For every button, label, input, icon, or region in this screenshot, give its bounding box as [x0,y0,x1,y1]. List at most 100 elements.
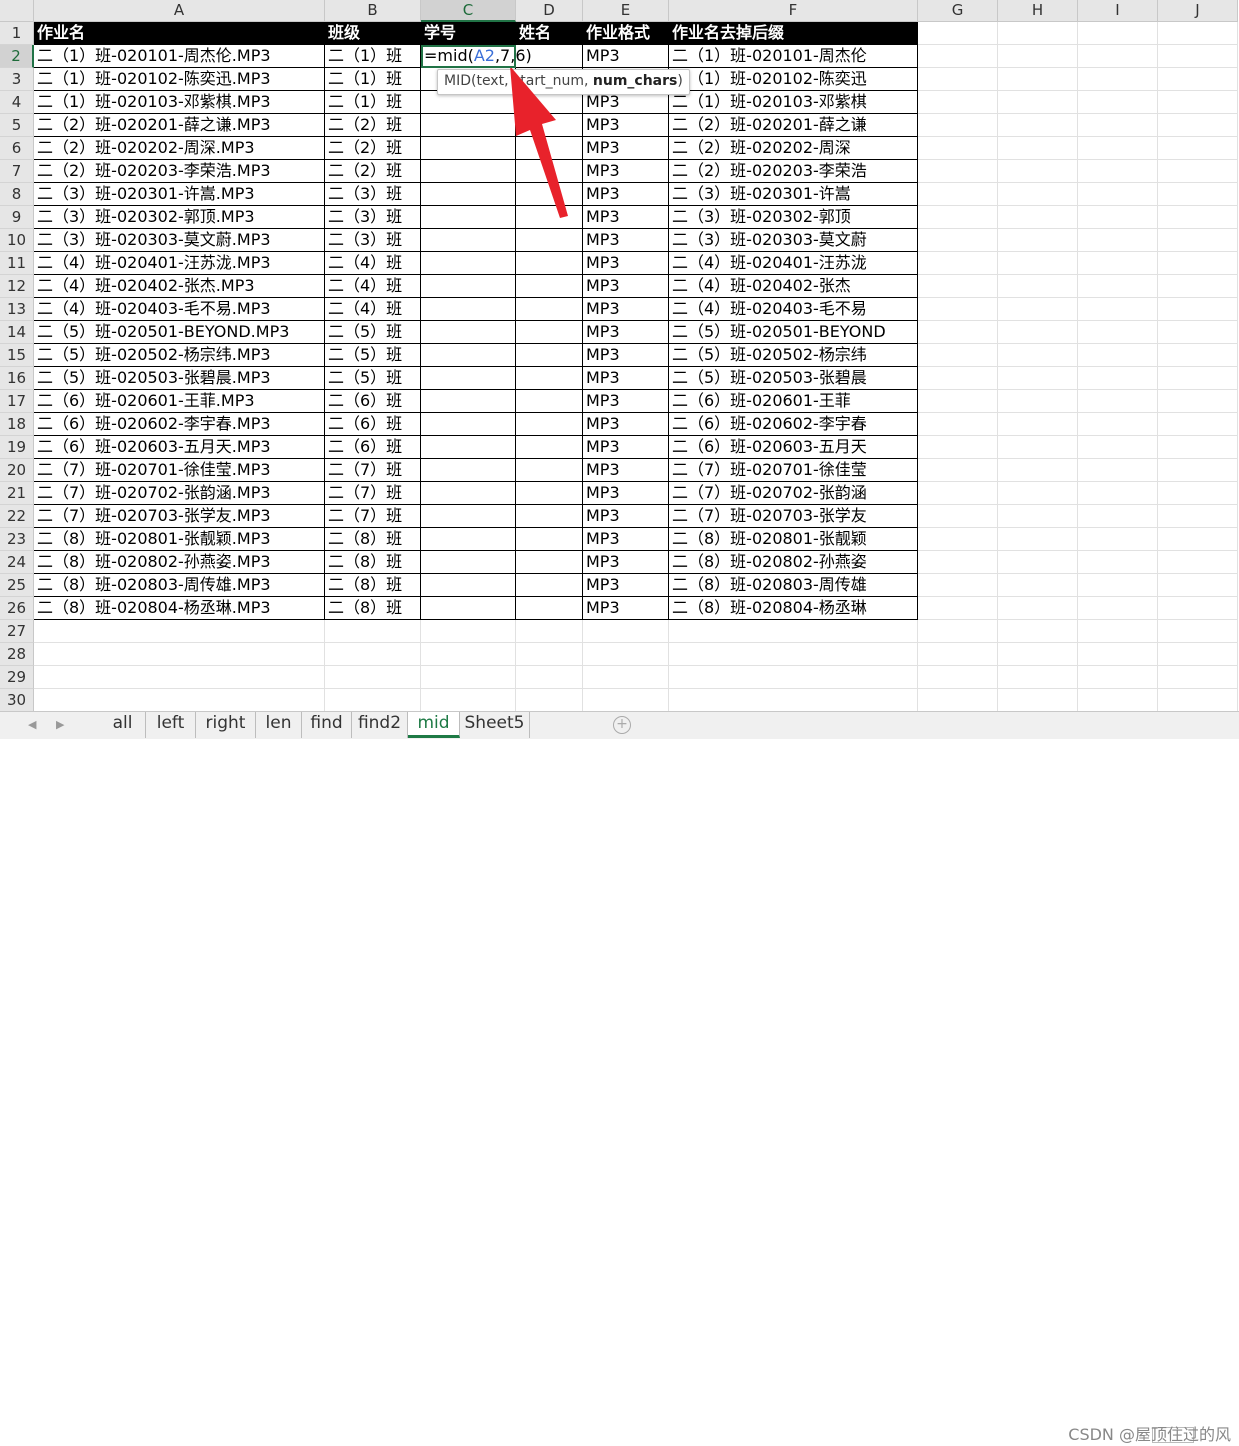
cell-e6[interactable]: MP3 [583,137,669,160]
cell-c15[interactable] [421,344,516,367]
cell-a3[interactable]: 二（1）班-020102-陈奕迅.MP3 [34,68,325,91]
cell-c13[interactable] [421,298,516,321]
cell-h8[interactable] [998,183,1078,206]
cell-e27[interactable] [583,620,669,643]
cell-h14[interactable] [998,321,1078,344]
cell-h18[interactable] [998,413,1078,436]
cell-f1[interactable]: 作业名去掉后缀 [669,22,918,45]
cell-b18[interactable]: 二（6）班 [325,413,421,436]
cell-d23[interactable] [516,528,583,551]
cell-f27[interactable] [669,620,918,643]
row-header-18[interactable]: 18 [0,413,34,436]
sheet-tab-left[interactable]: left [146,712,196,738]
cell-a24[interactable]: 二（8）班-020802-孙燕姿.MP3 [34,551,325,574]
cell-a25[interactable]: 二（8）班-020803-周传雄.MP3 [34,574,325,597]
cell-b7[interactable]: 二（2）班 [325,160,421,183]
cell-h7[interactable] [998,160,1078,183]
cell-i26[interactable] [1078,597,1158,620]
column-header-h[interactable]: H [998,0,1078,22]
cell-d7[interactable] [516,160,583,183]
column-header-b[interactable]: B [325,0,421,22]
cell-c25[interactable] [421,574,516,597]
cell-d22[interactable] [516,505,583,528]
cell-a29[interactable] [34,666,325,689]
cell-d19[interactable] [516,436,583,459]
cell-g9[interactable] [918,206,998,229]
cell-a19[interactable]: 二（6）班-020603-五月天.MP3 [34,436,325,459]
cell-j6[interactable] [1158,137,1238,160]
row-header-11[interactable]: 11 [0,252,34,275]
prev-sheet-icon[interactable]: ◀ [28,718,36,731]
cell-i6[interactable] [1078,137,1158,160]
cell-b22[interactable]: 二（7）班 [325,505,421,528]
cell-e28[interactable] [583,643,669,666]
sheet-tab-sheet5[interactable]: Sheet5 [460,712,530,738]
cell-f7[interactable]: 二（2）班-020203-李荣浩 [669,160,918,183]
cell-f19[interactable]: 二（6）班-020603-五月天 [669,436,918,459]
cell-f29[interactable] [669,666,918,689]
sheet-tab-mid[interactable]: mid [408,712,460,738]
cell-f24[interactable]: 二（8）班-020802-孙燕姿 [669,551,918,574]
cell-h19[interactable] [998,436,1078,459]
cell-b25[interactable]: 二（8）班 [325,574,421,597]
cell-e30[interactable] [583,689,669,711]
cell-j10[interactable] [1158,229,1238,252]
row-header-13[interactable]: 13 [0,298,34,321]
sheet-tab-find2[interactable]: find2 [352,712,408,738]
cell-b3[interactable]: 二（1）班 [325,68,421,91]
select-all-corner[interactable] [0,0,34,22]
cell-g11[interactable] [918,252,998,275]
cell-j30[interactable] [1158,689,1238,711]
cell-g10[interactable] [918,229,998,252]
cell-f16[interactable]: 二（5）班-020503-张碧晨 [669,367,918,390]
cell-c6[interactable] [421,137,516,160]
cell-h2[interactable] [998,45,1078,68]
cell-j16[interactable] [1158,367,1238,390]
cell-h27[interactable] [998,620,1078,643]
cell-i3[interactable] [1078,68,1158,91]
cell-g5[interactable] [918,114,998,137]
cell-j3[interactable] [1158,68,1238,91]
cell-f21[interactable]: 二（7）班-020702-张韵涵 [669,482,918,505]
cell-i21[interactable] [1078,482,1158,505]
cell-b17[interactable]: 二（6）班 [325,390,421,413]
cell-i29[interactable] [1078,666,1158,689]
cell-h30[interactable] [998,689,1078,711]
cell-b24[interactable]: 二（8）班 [325,551,421,574]
cell-d11[interactable] [516,252,583,275]
row-header-20[interactable]: 20 [0,459,34,482]
cell-a26[interactable]: 二（8）班-020804-杨丞琳.MP3 [34,597,325,620]
column-header-d[interactable]: D [516,0,583,22]
cell-g3[interactable] [918,68,998,91]
cell-j28[interactable] [1158,643,1238,666]
cell-c9[interactable] [421,206,516,229]
cell-i19[interactable] [1078,436,1158,459]
cell-h13[interactable] [998,298,1078,321]
cell-h9[interactable] [998,206,1078,229]
cell-i28[interactable] [1078,643,1158,666]
cell-g24[interactable] [918,551,998,574]
cell-i12[interactable] [1078,275,1158,298]
cell-j1[interactable] [1158,22,1238,45]
sheet-tab-all[interactable]: all [100,712,146,738]
cell-j7[interactable] [1158,160,1238,183]
cell-g13[interactable] [918,298,998,321]
cell-b4[interactable]: 二（1）班 [325,91,421,114]
cell-c28[interactable] [421,643,516,666]
cell-a8[interactable]: 二（3）班-020301-许嵩.MP3 [34,183,325,206]
sheet-tab-right[interactable]: right [196,712,256,738]
cell-i7[interactable] [1078,160,1158,183]
cell-a5[interactable]: 二（2）班-020201-薛之谦.MP3 [34,114,325,137]
cell-j25[interactable] [1158,574,1238,597]
cell-a2[interactable]: 二（1）班-020101-周杰伦.MP3 [34,45,325,68]
cell-b15[interactable]: 二（5）班 [325,344,421,367]
column-header-j[interactable]: J [1158,0,1238,22]
cell-h22[interactable] [998,505,1078,528]
cell-j14[interactable] [1158,321,1238,344]
cell-a30[interactable] [34,689,325,711]
cell-g6[interactable] [918,137,998,160]
cell-d15[interactable] [516,344,583,367]
row-header-19[interactable]: 19 [0,436,34,459]
cell-h17[interactable] [998,390,1078,413]
cell-h5[interactable] [998,114,1078,137]
